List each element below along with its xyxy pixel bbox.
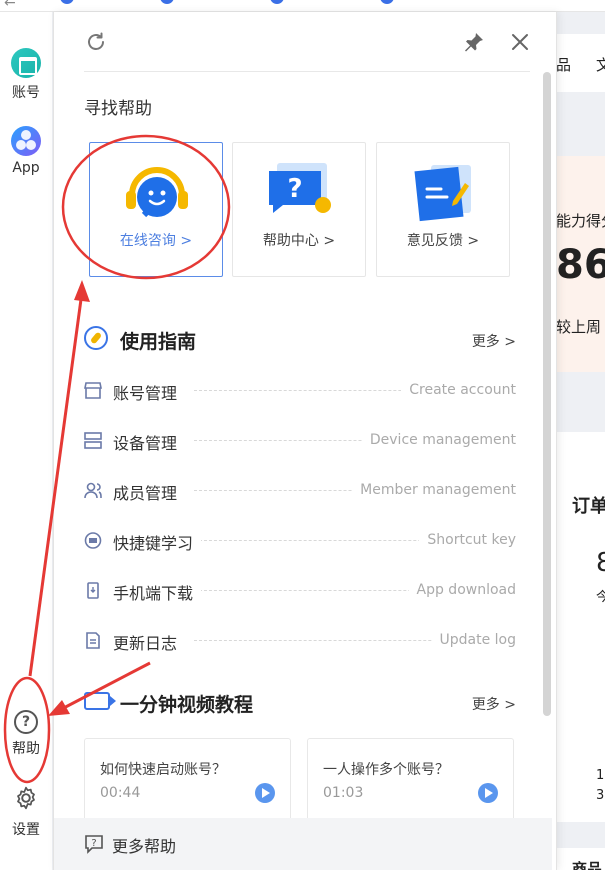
device-icon: [84, 432, 102, 449]
guide-title: 使用指南: [120, 331, 197, 353]
headset-icon: [126, 167, 188, 218]
guide-item-account[interactable]: 账号管理 Create account: [84, 378, 516, 404]
guide-item-en: Device management: [361, 432, 516, 448]
score-value: 86: [556, 242, 605, 288]
guide-item-en: Update log: [431, 632, 516, 648]
panel-scrollbar[interactable]: [543, 72, 551, 716]
feedback-icon: [414, 165, 471, 222]
refresh-icon[interactable]: [84, 30, 108, 54]
help-center-icon: ?: [269, 163, 331, 213]
tab-indicator: [160, 0, 174, 4]
dashboard-text: 3: [596, 788, 605, 803]
guide-item-label: 设备管理: [113, 430, 186, 454]
play-icon[interactable]: [478, 783, 498, 803]
rail-item-label: App: [12, 160, 40, 176]
rail-item-label: 账号: [12, 85, 40, 101]
rail-item-help[interactable]: ? 帮助: [0, 710, 52, 758]
dashboard-text: 8: [596, 548, 605, 578]
top-toolbar: ←: [0, 0, 605, 12]
video-card-title: 一人操作多个账号？: [323, 762, 449, 778]
video-title: 一分钟视频教程: [120, 694, 254, 716]
rail-item-label: 设置: [12, 822, 40, 838]
orders-card: 订单 8 今 1 3: [552, 432, 605, 822]
rail-item-account[interactable]: 账号: [0, 48, 52, 102]
dashboard-text: 文: [596, 56, 605, 74]
tab-indicator: [270, 0, 284, 4]
more-help-footer[interactable]: ? 更多帮助: [54, 818, 552, 870]
video-card-duration: 00:44: [100, 785, 141, 801]
guide-item-device[interactable]: 设备管理 Device management: [84, 428, 516, 454]
play-icon[interactable]: [255, 783, 275, 803]
dashboard-text: 1: [596, 768, 605, 783]
dashboard-tabs: 品 文: [552, 34, 605, 92]
video-header: 一分钟视频教程 更多 >: [84, 688, 516, 718]
panel-header: [84, 30, 530, 72]
video-camera-icon: [84, 692, 116, 710]
document-icon: [86, 632, 100, 649]
back-arrow-icon[interactable]: ←: [4, 0, 16, 11]
phone-icon: [87, 582, 99, 599]
video-card-title: 如何快速启动账号？: [100, 762, 226, 778]
gear-icon: [17, 786, 35, 810]
guide-item-label: 手机端下载: [113, 580, 202, 604]
help-center-tile[interactable]: ? 帮助中心 >: [232, 142, 366, 277]
compass-icon: [84, 326, 108, 350]
tab-indicator: [60, 0, 74, 4]
guide-item-en: Shortcut key: [419, 532, 516, 548]
guide-item-shortcut[interactable]: 快捷键学习 Shortcut key: [84, 528, 516, 554]
tile-label: 在线咨询 >: [119, 233, 193, 249]
tile-label: 帮助中心 >: [262, 233, 336, 249]
video-card[interactable]: 一人操作多个账号？ 01:03: [307, 738, 514, 824]
guide-item-app-download[interactable]: 手机端下载 App download: [84, 578, 516, 604]
video-card-duration: 01:03: [323, 785, 364, 801]
guide-item-en: Create account: [401, 382, 516, 398]
guide-header: 使用指南 更多 >: [84, 325, 516, 355]
app-icon: [11, 126, 41, 156]
keyboard-icon: [84, 532, 102, 549]
find-help-title: 寻找帮助: [84, 99, 152, 119]
svg-text:?: ?: [91, 838, 96, 849]
dashboard-text: 能力得分: [556, 212, 605, 230]
rail-item-settings[interactable]: 设置: [0, 785, 52, 839]
pin-icon[interactable]: [462, 30, 486, 54]
guide-item-update-log[interactable]: 更新日志 Update log: [84, 628, 516, 654]
dashboard-text: 较上周: [556, 318, 602, 336]
help-icon: ?: [14, 710, 38, 734]
dashboard-text: 商品: [572, 860, 603, 870]
background-dashboard: 品 文 能力得分 86 较上周 订单 8 今 1 3 商品: [552, 12, 605, 870]
guide-item-en: App download: [408, 582, 516, 598]
tab-indicator: [380, 0, 394, 4]
guide-item-label: 账号管理: [113, 380, 186, 404]
member-icon: [84, 482, 102, 499]
feedback-tile[interactable]: 意见反馈 >: [376, 142, 510, 277]
rail-item-label: 帮助: [12, 741, 40, 757]
store-icon: [84, 382, 102, 399]
dashboard-text: 品: [556, 56, 572, 74]
more-help-label: 更多帮助: [112, 837, 177, 856]
online-consult-tile[interactable]: 在线咨询 >: [89, 142, 223, 277]
tile-label: 意见反馈 >: [406, 233, 480, 249]
guide-item-label: 更新日志: [113, 630, 186, 654]
guide-more-link[interactable]: 更多 >: [472, 331, 516, 351]
dashboard-text: 订单: [572, 496, 605, 517]
products-card: 商品: [552, 848, 605, 870]
guide-item-member[interactable]: 成员管理 Member management: [84, 478, 516, 504]
store-icon: [11, 48, 41, 78]
score-card: 能力得分 86 较上周: [552, 156, 605, 372]
guide-item-label: 成员管理: [113, 480, 186, 504]
svg-text:?: ?: [287, 174, 302, 204]
guide-item-en: Member management: [352, 482, 516, 498]
close-icon[interactable]: [508, 30, 532, 54]
left-rail: 账号 App ? 帮助 设置: [0, 12, 52, 870]
rail-item-app[interactable]: App: [0, 126, 52, 176]
help-chat-icon: ?: [85, 835, 103, 854]
video-more-link[interactable]: 更多 >: [472, 694, 516, 714]
help-panel: 寻找帮助 在线咨询 > ? 帮助中心 > 意见反馈 > 使用指南 更多 > 账号…: [53, 12, 557, 870]
video-card[interactable]: 如何快速启动账号？ 00:44: [84, 738, 291, 824]
guide-item-label: 快捷键学习: [113, 530, 202, 554]
dashboard-text: 今: [596, 590, 605, 605]
